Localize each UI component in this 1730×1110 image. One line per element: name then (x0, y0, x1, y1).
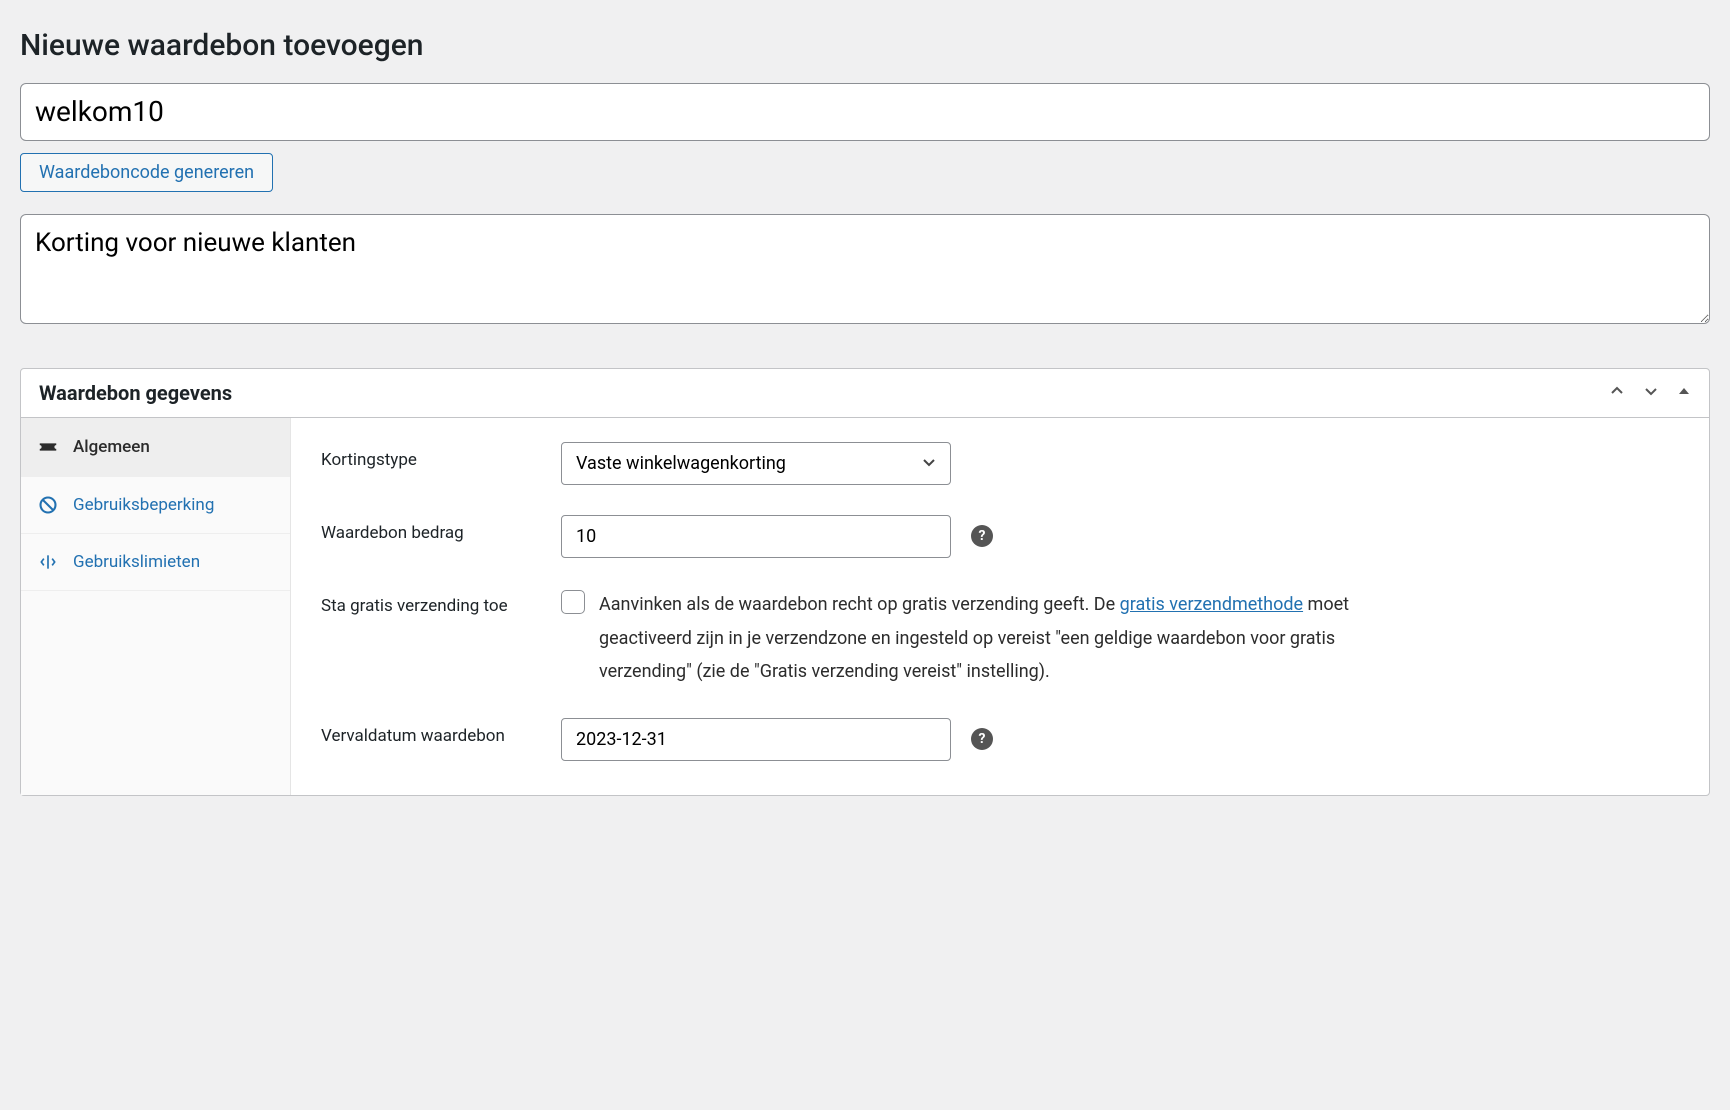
expiry-date-label: Vervaldatum waardebon (321, 718, 561, 746)
panel-title: Waardebon gegevens (39, 381, 232, 405)
tab-label: Algemeen (73, 437, 150, 457)
ticket-icon (37, 436, 59, 458)
coupon-code-input[interactable] (20, 83, 1710, 141)
panel-header-controls (1609, 383, 1691, 403)
tab-content-general: Kortingstype Vaste winkelwagenkorting Wa… (291, 418, 1709, 795)
tab-label: Gebruiksbeperking (73, 495, 214, 515)
discount-type-select[interactable]: Vaste winkelwagenkorting (561, 442, 951, 485)
coupon-amount-input[interactable] (561, 515, 951, 558)
tab-usage-restriction[interactable]: Gebruiksbeperking (21, 477, 290, 534)
free-shipping-method-link[interactable]: gratis verzendmethode (1120, 594, 1303, 615)
discount-type-label: Kortingstype (321, 442, 561, 470)
generate-code-button[interactable]: Waardeboncode genereren (20, 153, 273, 192)
tab-usage-limits[interactable]: Gebruikslimieten (21, 534, 290, 591)
tab-general[interactable]: Algemeen (21, 418, 290, 477)
free-shipping-description: Aanvinken als de waardebon recht op grat… (599, 588, 1359, 688)
expiry-date-input[interactable] (561, 718, 951, 761)
coupon-data-panel: Waardebon gegevens Algemeen (20, 368, 1710, 796)
tab-label: Gebruikslimieten (73, 552, 200, 572)
coupon-description-textarea[interactable]: Korting voor nieuwe klanten (20, 214, 1710, 324)
panel-move-down-icon[interactable] (1643, 383, 1659, 403)
coupon-amount-label: Waardebon bedrag (321, 515, 561, 543)
help-icon[interactable]: ? (971, 525, 993, 547)
help-icon[interactable]: ? (971, 728, 993, 750)
panel-collapse-icon[interactable] (1677, 383, 1691, 403)
page-title: Nieuwe waardebon toevoegen (20, 28, 1710, 63)
block-icon (37, 495, 59, 515)
free-shipping-checkbox[interactable] (561, 590, 585, 614)
limits-icon (37, 552, 59, 572)
panel-tabs: Algemeen Gebruiksbeperking Gebruikslimie… (21, 418, 291, 795)
panel-move-up-icon[interactable] (1609, 383, 1625, 403)
panel-header: Waardebon gegevens (21, 369, 1709, 418)
free-shipping-label: Sta gratis verzending toe (321, 588, 561, 616)
